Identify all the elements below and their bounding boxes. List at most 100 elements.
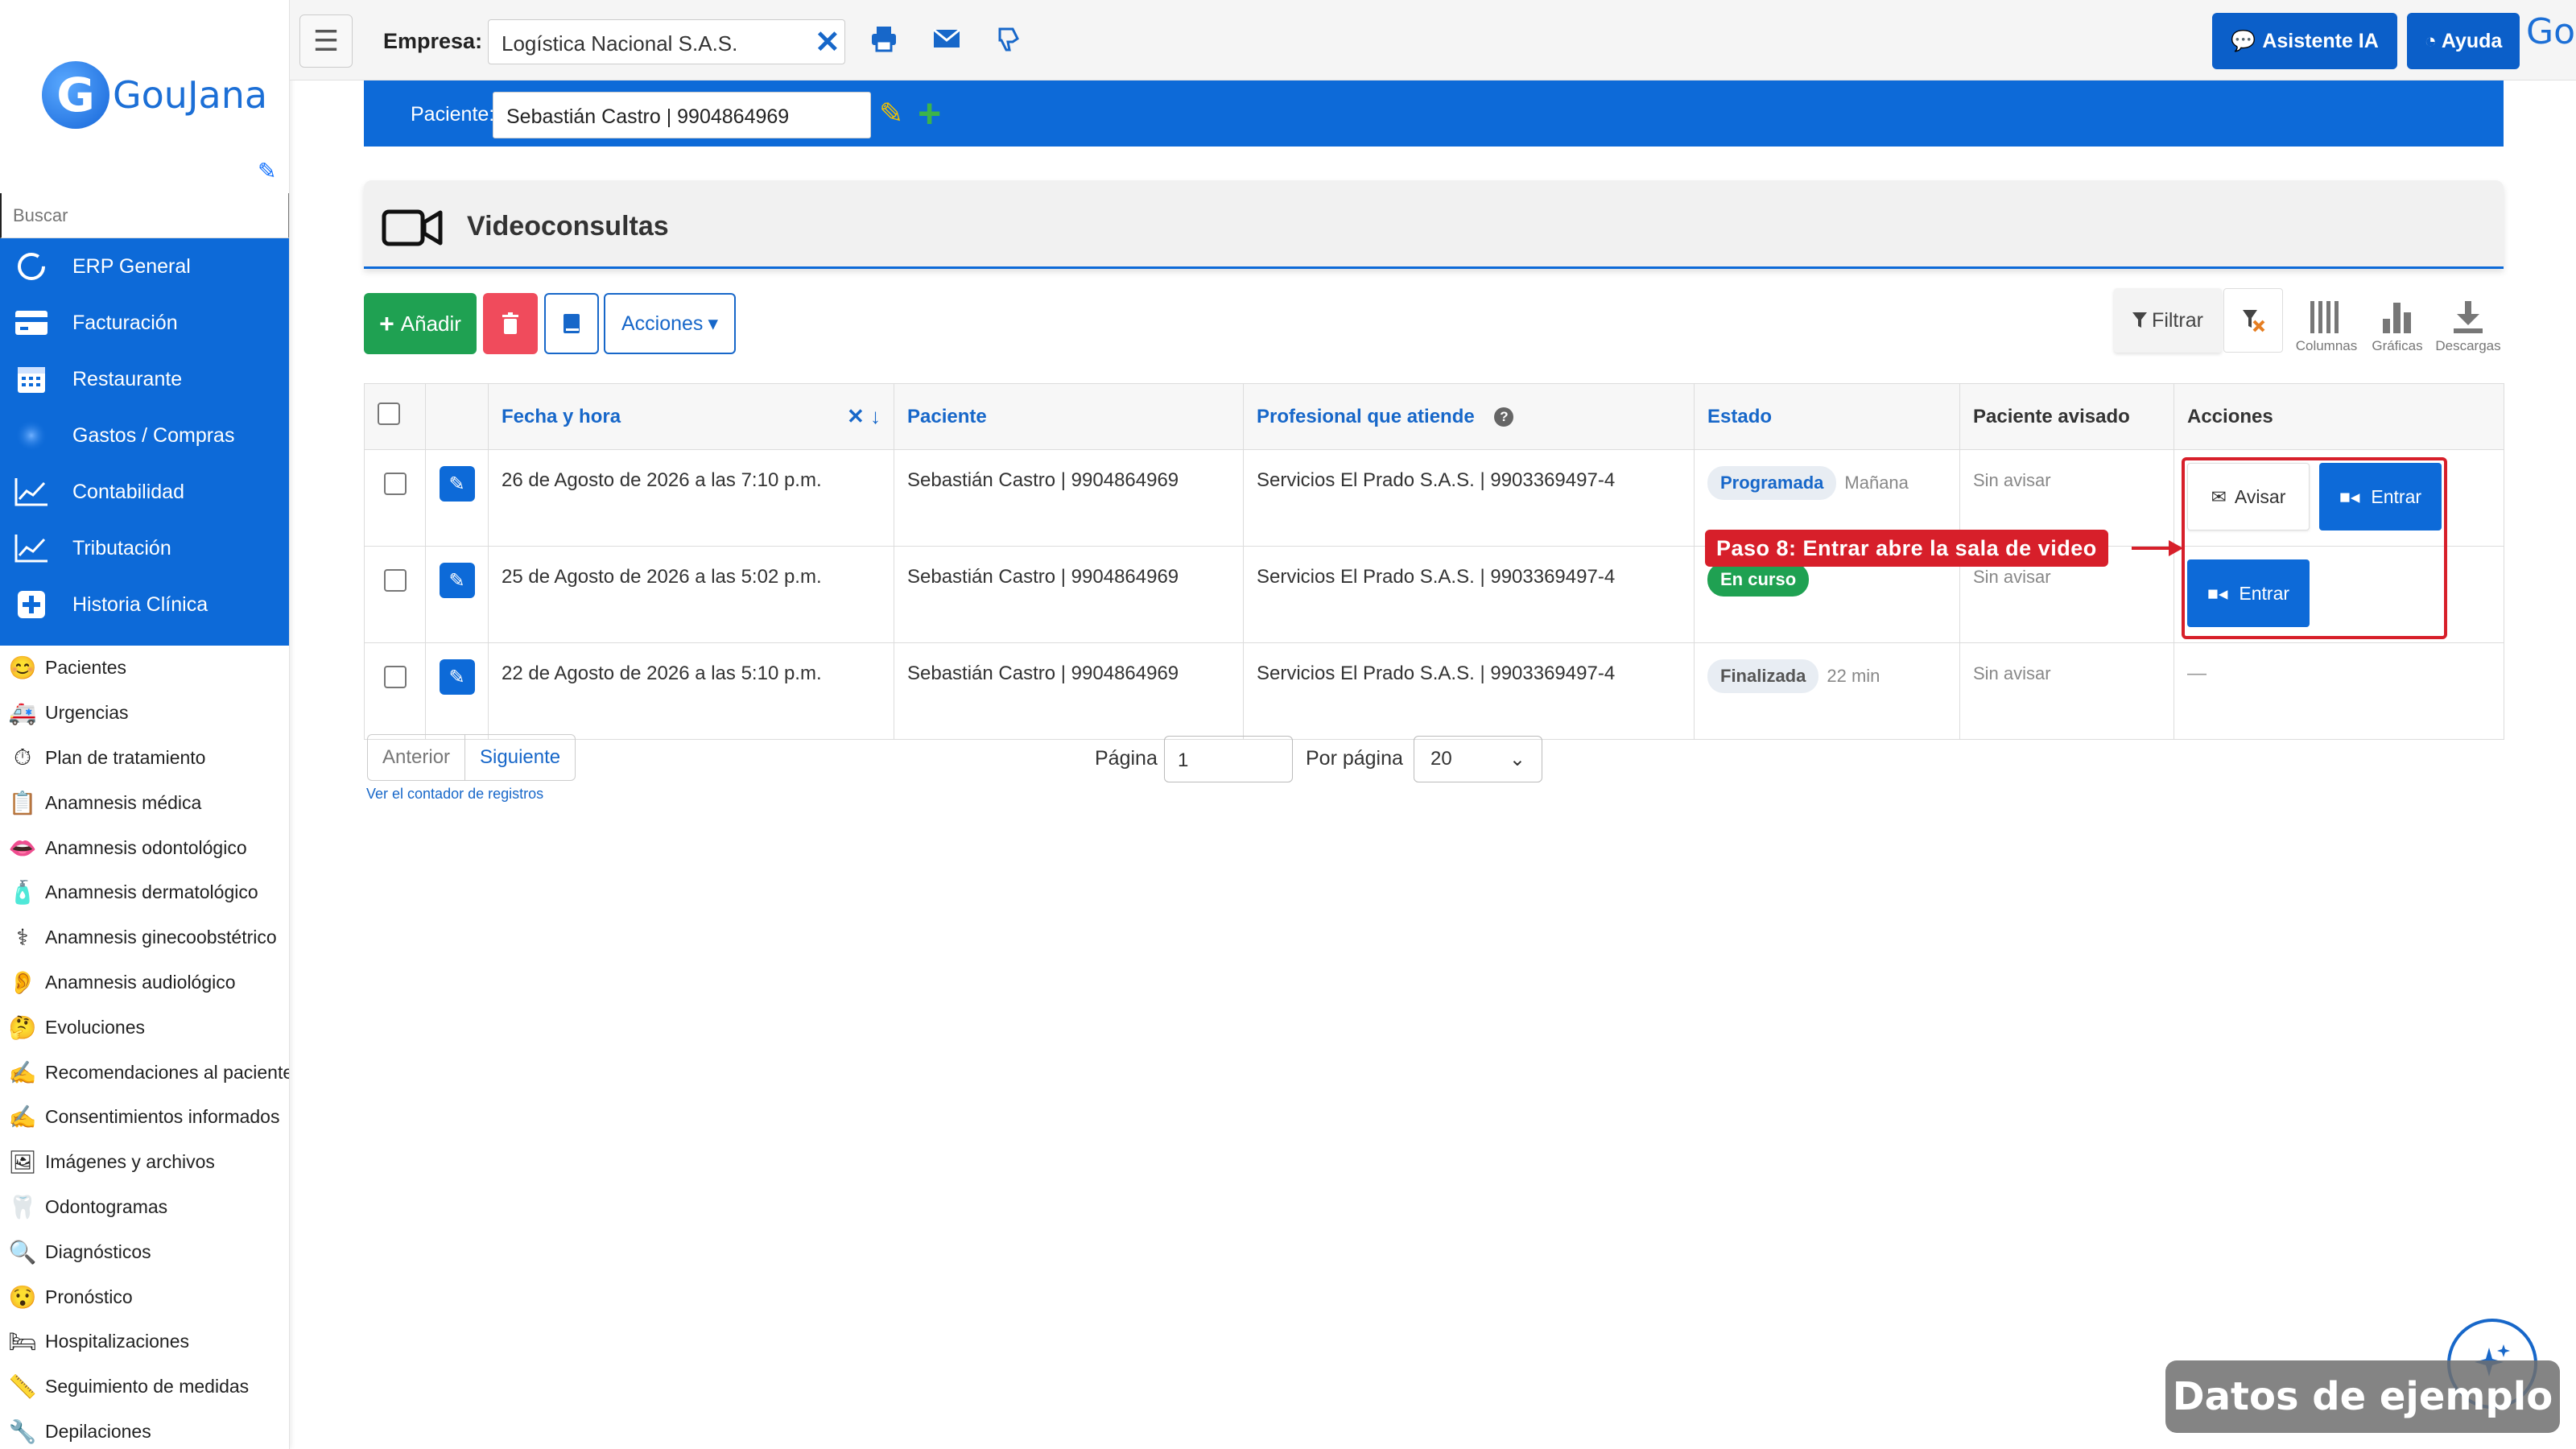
row-checkbox[interactable]: [383, 666, 407, 688]
sidebar-item-contabilidad[interactable]: Contabilidad: [0, 464, 289, 520]
clear-filter-button[interactable]: [2223, 288, 2283, 353]
book-button[interactable]: [544, 293, 599, 354]
sidebar-item-consentimientos[interactable]: ✍ Consentimientos informados: [0, 1095, 289, 1140]
sidebar-item-anamnesis-dermatologico[interactable]: 🧴 Anamnesis dermatológico: [0, 870, 289, 915]
acciones-label: Acciones: [621, 312, 704, 335]
header-fecha[interactable]: Fecha y hora ✕ ↓: [488, 383, 894, 450]
surprised-face-icon: 😯: [8, 1284, 37, 1310]
cell-acciones: ✉ Avisar ■◂ Entrar: [2174, 449, 2504, 547]
sidebar-item-plan-tratamiento[interactable]: ⏱ Plan de tratamiento: [0, 736, 289, 781]
pagination-prev-button[interactable]: Anterior: [368, 735, 466, 780]
ayuda-label: Ayuda: [2441, 29, 2503, 52]
sidebar-item-label: Diagnósticos: [45, 1241, 151, 1262]
plus-icon[interactable]: +: [918, 90, 941, 137]
sidebar-item-anamnesis-audiologico[interactable]: 👂 Anamnesis audiológico: [0, 960, 289, 1005]
asistente-ia-label: Asistente IA: [2262, 29, 2379, 52]
avatar[interactable]: Gou: [2526, 11, 2574, 71]
sidebar-item-facturacion[interactable]: Facturación: [0, 295, 289, 351]
bed-icon: 🛏: [8, 1329, 37, 1355]
add-button[interactable]: + Añadir: [364, 293, 477, 354]
sidebar-item-imagenes-archivos[interactable]: 🖼 Imágenes y archivos: [0, 1140, 289, 1185]
status-badge: Programada: [1707, 466, 1837, 500]
sidebar-item-pacientes[interactable]: 😊 Pacientes: [0, 646, 289, 691]
printer-icon[interactable]: [869, 24, 905, 60]
avisar-label: Avisar: [2234, 485, 2286, 507]
thumbs-down-icon[interactable]: [995, 24, 1030, 60]
sidebar-item-seguimiento-medidas[interactable]: 📏 Seguimiento de medidas: [0, 1364, 289, 1410]
sidebar-item-anamnesis-ginecoobstetrico[interactable]: ⚕ Anamnesis ginecoobstétrico: [0, 915, 289, 960]
entrar-button[interactable]: ■◂ Entrar: [2187, 559, 2310, 627]
sidebar-item-anamnesis-odontologico[interactable]: 👄 Anamnesis odontológico: [0, 825, 289, 870]
card-icon: [13, 307, 50, 339]
sidebar-item-anamnesis-medica[interactable]: 📋 Anamnesis médica: [0, 780, 289, 825]
acciones-dropdown[interactable]: Acciones ▾: [604, 293, 736, 354]
sidebar-item-urgencias[interactable]: 🚑 Urgencias: [0, 691, 289, 736]
pagination-next-button[interactable]: Siguiente: [465, 735, 575, 780]
sidebar-item-evoluciones[interactable]: 🤔 Evoluciones: [0, 1005, 289, 1050]
per-page-select[interactable]: 20 ⌄: [1414, 736, 1542, 782]
avisar-button[interactable]: ✉ Avisar: [2187, 463, 2310, 530]
table-row: ✎ 26 de Agosto de 2026 a las 7:10 p.m. S…: [364, 449, 2504, 547]
row-edit-button[interactable]: ✎: [439, 659, 475, 695]
entrar-button[interactable]: ■◂ Entrar: [2319, 463, 2442, 530]
downloads-button[interactable]: Descargas: [2433, 293, 2504, 354]
sidebar-search-input[interactable]: [0, 193, 289, 238]
select-all-checkbox[interactable]: [378, 402, 400, 425]
sidebar-item-label: Seguimiento de medidas: [45, 1376, 250, 1397]
empresa-field[interactable]: Logística Nacional S.A.S.: [488, 19, 845, 64]
sidebar-item-pronostico[interactable]: 😯 Pronóstico: [0, 1274, 289, 1319]
header-profesional[interactable]: Profesional que atiende ?: [1243, 383, 1695, 450]
clear-x-icon[interactable]: ✕: [815, 24, 840, 60]
row-checkbox[interactable]: [383, 473, 407, 495]
clear-sort-x-icon[interactable]: ✕: [847, 404, 865, 428]
delete-button[interactable]: [483, 293, 538, 354]
header-estado[interactable]: Estado: [1694, 383, 1960, 450]
columns-label: Columnas: [2295, 338, 2358, 353]
columns-button[interactable]: Columnas: [2291, 293, 2362, 354]
asistente-ia-button[interactable]: 💬 Asistente IA: [2212, 13, 2397, 69]
status-extra: 22 min: [1827, 666, 1880, 686]
row-edit-button[interactable]: ✎: [439, 466, 475, 502]
caret-down-icon: ▾: [708, 312, 718, 335]
sort-down-arrow-icon[interactable]: ↓: [870, 404, 881, 428]
circle-icon: [13, 250, 50, 283]
sidebar-item-recomendaciones[interactable]: ✍ Recomendaciones al paciente: [0, 1050, 289, 1095]
row-checkbox[interactable]: [383, 569, 407, 592]
cell-avisado: Sin avisar: [1959, 642, 2174, 740]
magnifier-icon: 🔍: [8, 1239, 37, 1265]
record-counter-link[interactable]: Ver el contador de registros: [366, 786, 543, 803]
sidebar-item-historia-clinica[interactable]: Historia Clínica: [0, 576, 289, 633]
brand-logo[interactable]: G GouJana: [42, 61, 267, 129]
sidebar-item-label: Plan de tratamiento: [45, 746, 206, 768]
row-edit-button[interactable]: ✎: [439, 563, 475, 598]
charts-button[interactable]: Gráficas: [2362, 293, 2433, 354]
sidebar-item-diagnosticos[interactable]: 🔍 Diagnósticos: [0, 1229, 289, 1274]
header-paciente[interactable]: Paciente: [894, 383, 1244, 450]
page-number-label: Página: [1095, 747, 1158, 770]
calendar-icon: [13, 363, 50, 395]
header-profesional-label: Profesional que atiende: [1257, 405, 1475, 427]
sidebar-item-hospitalizaciones[interactable]: 🛏 Hospitalizaciones: [0, 1319, 289, 1364]
sidebar-item-restaurante[interactable]: Restaurante: [0, 351, 289, 407]
sidebar-item-label: Anamnesis dermatológico: [45, 881, 258, 903]
sidebar-item-erp-general[interactable]: ERP General: [0, 238, 289, 295]
blur-circle-icon: [13, 419, 50, 452]
tool-icon: 🔧: [8, 1418, 37, 1444]
patient-field[interactable]: Sebastián Castro | 9904864969: [493, 92, 871, 138]
signature-icon: ✍: [8, 1059, 37, 1085]
envelope-icon[interactable]: [932, 24, 968, 60]
help-circle-icon[interactable]: ?: [1494, 407, 1514, 427]
sidebar-item-gastos-compras[interactable]: Gastos / Compras: [0, 407, 289, 464]
avisado-text: Sin avisar: [1973, 663, 2051, 683]
filter-button[interactable]: Filtrar: [2114, 288, 2222, 353]
sidebar-item-odontogramas[interactable]: 🦷 Odontogramas: [0, 1185, 289, 1230]
pencil-icon[interactable]: ✎: [879, 97, 903, 130]
sidebar-item-label: Restaurante: [72, 367, 183, 390]
pencil-icon[interactable]: ✎: [258, 158, 276, 184]
sidebar-item-tributacion[interactable]: Tributación: [0, 520, 289, 576]
page-number-input[interactable]: 1: [1164, 736, 1293, 782]
hamburger-menu-icon[interactable]: ☰: [299, 14, 353, 68]
sidebar-item-depilaciones[interactable]: 🔧 Depilaciones: [0, 1410, 289, 1449]
clipboard-icon: 📋: [8, 790, 37, 815]
ayuda-button[interactable]: ◔ Ayuda: [2407, 13, 2520, 69]
